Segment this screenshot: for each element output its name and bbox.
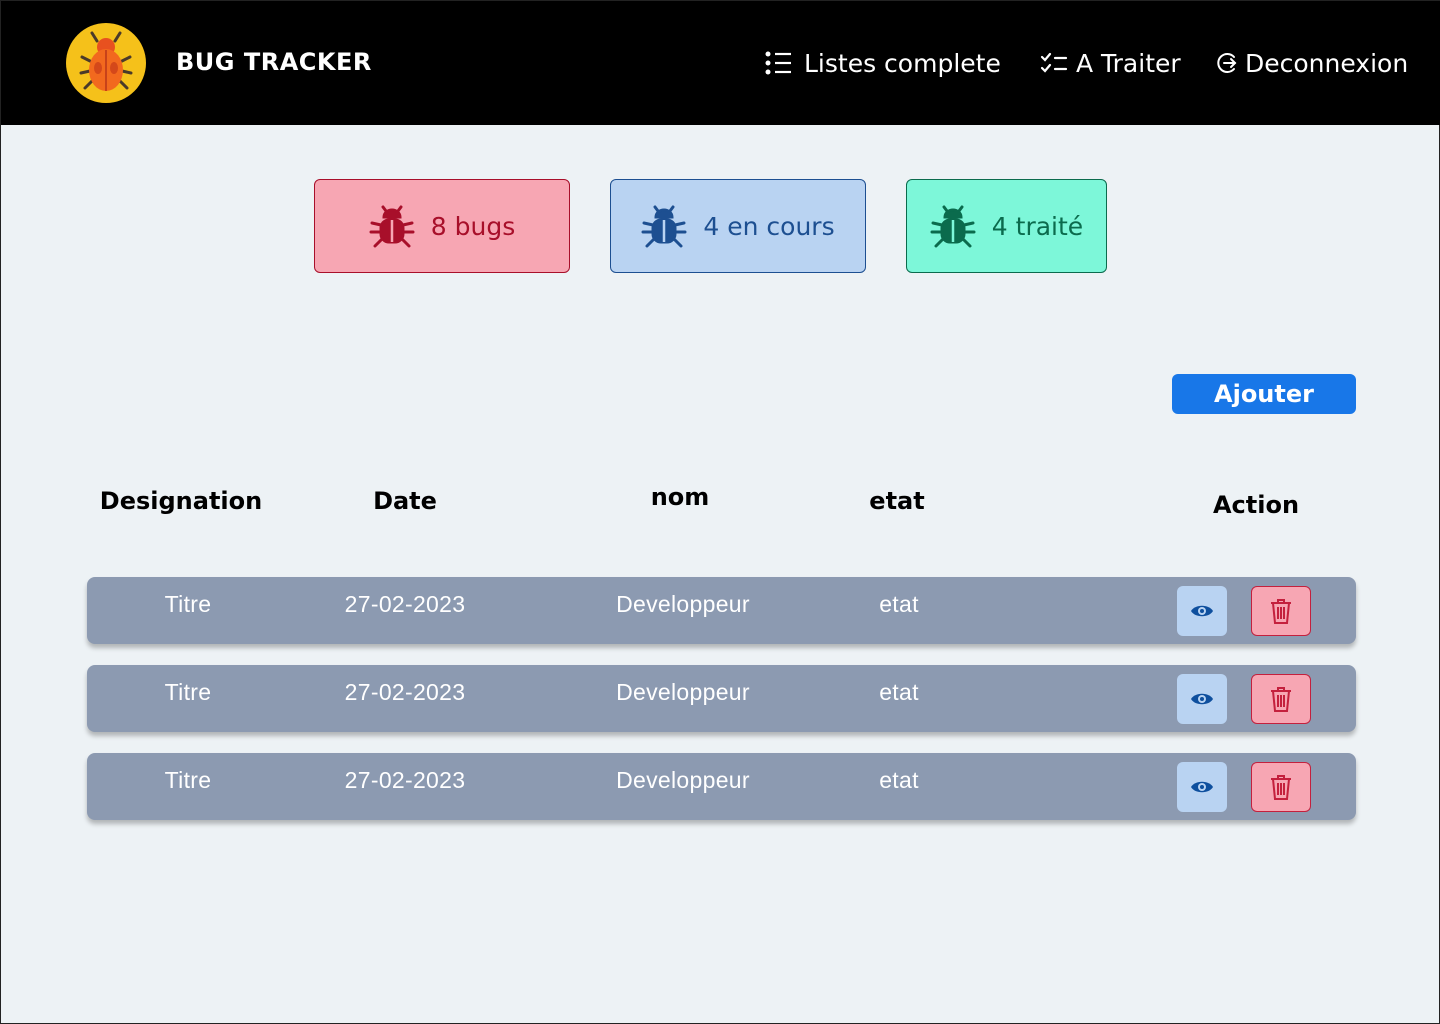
trash-icon <box>1271 687 1291 712</box>
nav-deconnexion[interactable]: Deconnexion <box>1215 43 1408 83</box>
eye-icon <box>1191 605 1213 617</box>
cell-etat: etat <box>879 679 919 705</box>
cell-designation: Titre <box>164 767 212 793</box>
nav-a-traiter[interactable]: A Traiter <box>1040 43 1181 83</box>
bug-icon <box>641 205 687 248</box>
cell-designation: Titre <box>164 591 212 617</box>
bug-icon <box>369 205 415 248</box>
bug-icon <box>930 205 976 248</box>
column-header-date: Date <box>373 487 437 515</box>
stat-label: 4 traité <box>991 211 1084 241</box>
view-button[interactable] <box>1177 586 1227 636</box>
top-bar: BUG TRACKER Listes complete A Traiter De… <box>1 1 1440 125</box>
app-title: BUG TRACKER <box>176 48 372 76</box>
cell-date: 27-02-2023 <box>344 767 466 793</box>
trash-icon <box>1271 599 1291 624</box>
list-icon <box>765 51 791 75</box>
column-header-etat: etat <box>869 487 925 515</box>
table-row: Titre 27-02-2023 Developpeur etat <box>87 753 1356 820</box>
cell-nom: Developpeur <box>616 679 750 705</box>
cell-etat: etat <box>879 767 919 793</box>
delete-button[interactable] <box>1251 586 1311 636</box>
column-header-designation: Designation <box>99 487 263 515</box>
add-button[interactable]: Ajouter <box>1172 374 1356 414</box>
cell-date: 27-02-2023 <box>344 591 466 617</box>
checklist-icon <box>1040 52 1068 73</box>
delete-button[interactable] <box>1251 762 1311 812</box>
eye-icon <box>1191 693 1213 705</box>
eye-icon <box>1191 781 1213 793</box>
cell-designation: Titre <box>164 679 212 705</box>
column-header-nom: nom <box>650 483 710 511</box>
delete-button[interactable] <box>1251 674 1311 724</box>
view-button[interactable] <box>1177 762 1227 812</box>
view-button[interactable] <box>1177 674 1227 724</box>
column-header-action: Action <box>1212 491 1300 519</box>
stat-label: 4 en cours <box>703 211 835 241</box>
cell-nom: Developpeur <box>616 767 750 793</box>
cell-nom: Developpeur <box>616 591 750 617</box>
nav-label: A Traiter <box>1076 48 1181 78</box>
stat-card-bugs[interactable]: 8 bugs <box>314 179 570 273</box>
table-row: Titre 27-02-2023 Developpeur etat <box>87 577 1356 644</box>
stat-card-traite[interactable]: 4 traité <box>906 179 1107 273</box>
cell-date: 27-02-2023 <box>344 679 466 705</box>
trash-icon <box>1271 775 1291 800</box>
cell-etat: etat <box>879 591 919 617</box>
nav-label: Deconnexion <box>1245 48 1409 78</box>
nav-label: Listes complete <box>804 48 1001 78</box>
stat-label: 8 bugs <box>430 211 516 241</box>
table-row: Titre 27-02-2023 Developpeur etat <box>87 665 1356 732</box>
bug-logo-icon <box>66 23 146 103</box>
stat-card-en-cours[interactable]: 4 en cours <box>610 179 866 273</box>
logout-icon <box>1217 53 1237 73</box>
nav-listes-complete[interactable]: Listes complete <box>764 43 1001 83</box>
